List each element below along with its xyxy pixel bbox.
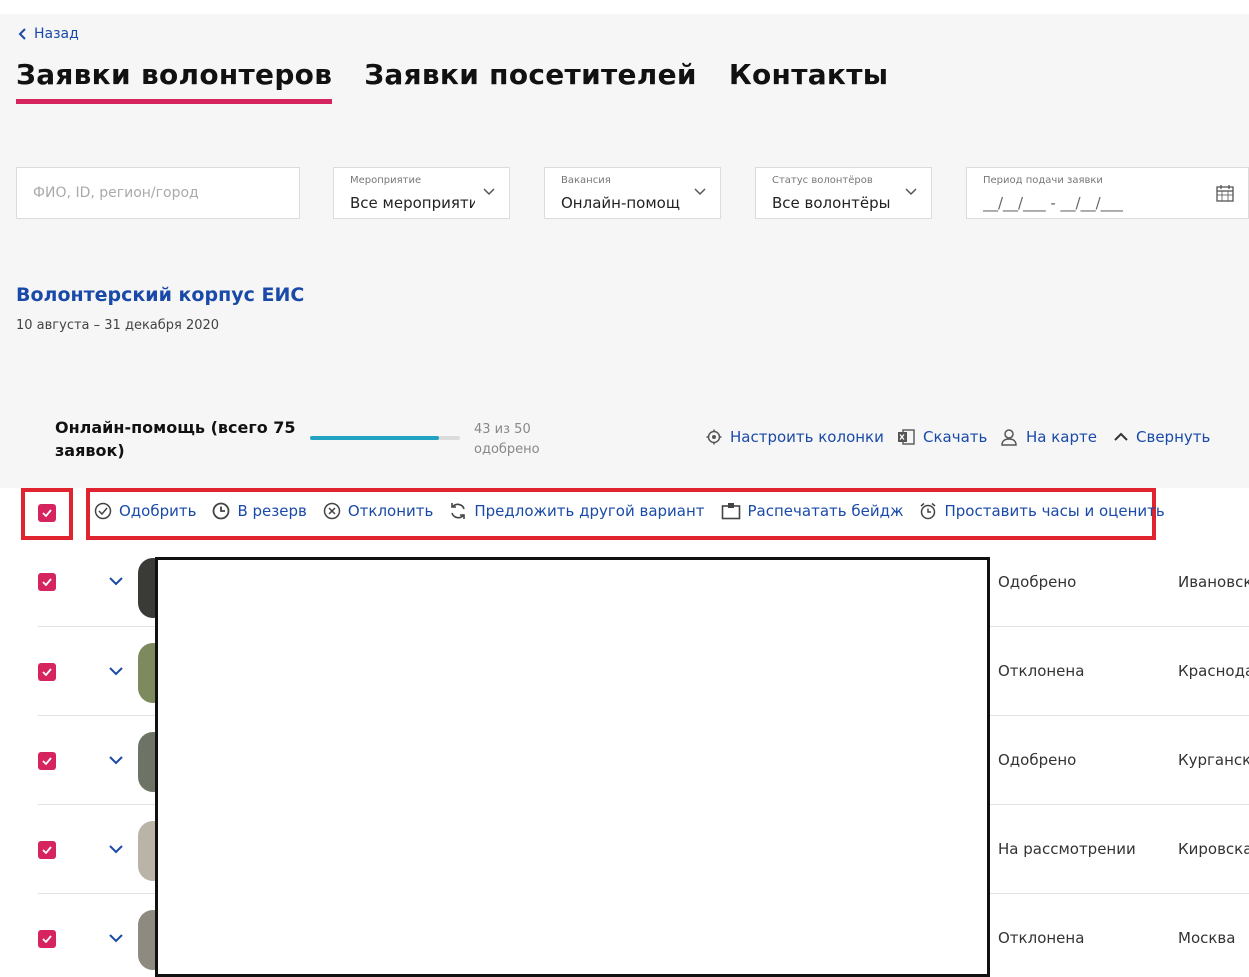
bulk-actions-bar: Одобрить В резерв Отклонить Предложить д… — [94, 502, 1165, 520]
row-region: Кировска — [1178, 840, 1249, 858]
back-label: Назад — [34, 26, 79, 42]
event-select-value: Все мероприяти — [350, 194, 475, 212]
alarm-clock-icon — [921, 502, 936, 520]
event-title[interactable]: Волонтерский корпус ЕИС — [16, 284, 304, 306]
check-circle-icon — [94, 502, 112, 520]
period-picker-label: Период подачи заявки — [983, 175, 1103, 186]
download-button[interactable]: Скачать — [897, 428, 987, 446]
expand-chevron-icon[interactable] — [108, 844, 124, 854]
print-badge-label: Распечатать бейдж — [747, 502, 904, 520]
x-circle-icon — [323, 502, 341, 520]
on-map-button[interactable]: На карте — [1000, 428, 1097, 446]
search-input[interactable]: ФИО, ID, регион/город — [16, 167, 300, 219]
event-select-label: Мероприятие — [350, 175, 422, 186]
row-checkbox[interactable] — [38, 573, 56, 591]
gear-icon — [706, 429, 722, 445]
set-hours-button[interactable]: Проставить часы и оценить — [919, 502, 1165, 520]
vacancy-select[interactable]: Вакансия Онлайн-помощ — [544, 167, 721, 219]
chevron-left-icon — [18, 28, 26, 40]
chevron-down-icon — [483, 188, 495, 196]
clock-icon — [213, 502, 230, 520]
collapse-button[interactable]: Свернуть — [1114, 428, 1210, 446]
row-status: Отклонена — [998, 929, 1085, 947]
excel-icon — [898, 429, 915, 445]
suggest-alternative-button[interactable]: Предложить другой вариант — [449, 502, 705, 520]
status-select-label: Статус волонтёров — [772, 175, 873, 186]
reserve-label: В резерв — [237, 502, 307, 520]
reject-button[interactable]: Отклонить — [323, 502, 434, 520]
collapse-label: Свернуть — [1136, 428, 1211, 446]
event-select[interactable]: Мероприятие Все мероприяти — [333, 167, 510, 219]
row-region: Краснода — [1178, 662, 1249, 680]
checkmark-icon — [42, 668, 52, 676]
print-badge-button[interactable]: Распечатать бейдж — [721, 502, 904, 520]
row-region: Ивановск — [1178, 573, 1249, 591]
chevron-down-icon — [694, 188, 706, 196]
reject-label: Отклонить — [347, 502, 434, 520]
row-region: Курганск — [1178, 751, 1249, 769]
approve-button[interactable]: Одобрить — [94, 502, 196, 520]
set-hours-label: Проставить часы и оценить — [944, 502, 1165, 520]
approve-label: Одобрить — [119, 502, 197, 520]
configure-columns-label: Настроить колонки — [730, 428, 884, 446]
calendar-icon[interactable] — [1216, 184, 1234, 202]
vacancy-title: Онлайн-помощь (всего 75 заявок) — [55, 418, 296, 460]
row-status: Отклонена — [998, 662, 1085, 680]
tab-visitor-requests[interactable]: Заявки посетителей — [364, 58, 697, 104]
select-all-highlight — [21, 488, 73, 540]
approval-progress-fill — [310, 436, 439, 440]
period-picker[interactable]: Период подачи заявки __/__/___ - __/__/_… — [966, 167, 1249, 219]
period-picker-value: __/__/___ - __/__/___ — [983, 194, 1124, 212]
row-status: Одобрено — [998, 751, 1077, 769]
badge-icon — [721, 503, 740, 520]
user-pin-icon — [1001, 429, 1017, 446]
vacancy-select-value: Онлайн-помощ — [561, 194, 680, 212]
row-checkbox[interactable] — [38, 752, 56, 770]
tab-contacts[interactable]: Контакты — [729, 58, 889, 104]
reserve-button[interactable]: В резерв — [212, 502, 307, 520]
refresh-icon — [451, 503, 466, 519]
event-dates: 10 августа – 31 декабря 2020 — [16, 318, 220, 333]
on-map-label: На карте — [1026, 428, 1097, 446]
checkmark-icon — [42, 935, 52, 943]
row-status: На рассмотрении — [998, 840, 1136, 858]
checkmark-icon — [42, 757, 52, 765]
expand-chevron-icon[interactable] — [108, 666, 124, 676]
expand-chevron-icon[interactable] — [108, 933, 124, 943]
back-link[interactable]: Назад — [18, 26, 79, 42]
row-region: Москва — [1178, 929, 1236, 947]
suggest-alternative-label: Предложить другой вариант — [474, 502, 705, 520]
configure-columns-button[interactable]: Настроить колонки — [706, 428, 884, 446]
search-placeholder: ФИО, ID, регион/город — [33, 185, 199, 201]
row-status: Одобрено — [998, 573, 1077, 591]
approval-progress-bar — [310, 436, 460, 440]
status-select-value: Все волонтёры — [772, 194, 891, 212]
redacted-area — [155, 557, 990, 977]
download-label: Скачать — [923, 428, 988, 446]
row-checkbox[interactable] — [38, 663, 56, 681]
vacancy-select-label: Вакансия — [561, 175, 611, 186]
row-checkbox[interactable] — [38, 930, 56, 948]
status-select[interactable]: Статус волонтёров Все волонтёры — [755, 167, 932, 219]
main-tabs: Заявки волонтеров Заявки посетителей Кон… — [16, 58, 920, 104]
expand-chevron-icon[interactable] — [108, 576, 124, 586]
checkmark-icon — [42, 846, 52, 854]
tab-volunteer-requests[interactable]: Заявки волонтеров — [16, 58, 333, 104]
chevron-up-icon — [1114, 432, 1128, 441]
checkmark-icon — [42, 578, 52, 586]
approval-progress-text: 43 из 50 одобрено — [474, 422, 540, 457]
row-checkbox[interactable] — [38, 841, 56, 859]
chevron-down-icon — [905, 188, 917, 196]
expand-chevron-icon[interactable] — [108, 755, 124, 765]
